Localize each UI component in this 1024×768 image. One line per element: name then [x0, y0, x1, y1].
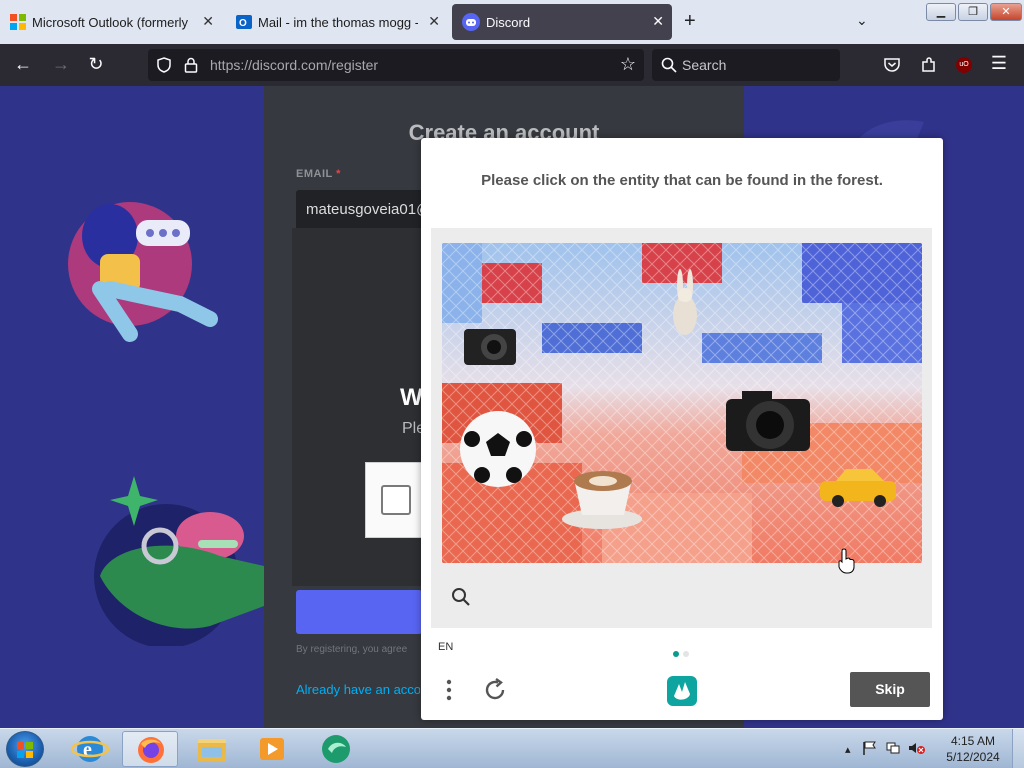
challenge-image[interactable]: [442, 243, 922, 563]
windows-taskbar: e ▴ 4:15 AM 5/12/2024: [0, 728, 1024, 768]
outlook-icon: O: [236, 15, 252, 29]
show-desktop-button[interactable]: [1012, 729, 1024, 768]
url-text: https://discord.com/register: [210, 57, 378, 73]
app-icon: [322, 735, 350, 763]
volume-muted-icon[interactable]: [908, 741, 926, 755]
camera-object[interactable]: [464, 329, 516, 365]
hcaptcha-challenge-modal: Please click on the entity that can be f…: [421, 138, 943, 720]
page-background-left: [0, 86, 264, 728]
url-host: https://discord.com: [210, 57, 328, 73]
search-icon: [661, 57, 677, 73]
challenge-progress-dots: [673, 644, 693, 662]
more-options-icon[interactable]: [441, 676, 457, 704]
clock-date: 5/12/2024: [946, 750, 1000, 764]
tab-outlook[interactable]: Microsoft Outlook (formerly Ha ✕: [0, 4, 222, 40]
close-tab-icon[interactable]: ✕: [652, 13, 664, 30]
network-icon[interactable]: [885, 741, 901, 755]
close-window-button[interactable]: ✕: [990, 3, 1022, 21]
restore-window-button[interactable]: ❐: [958, 3, 988, 21]
bookmark-star-icon[interactable]: ☆: [620, 54, 636, 75]
progress-dot-active: [673, 651, 679, 657]
camera-object[interactable]: [726, 391, 810, 451]
zoom-search-icon[interactable]: [449, 585, 473, 609]
url-path: /register: [327, 57, 379, 73]
tab-title: Mail - im the thomas mogg - O: [258, 14, 418, 30]
close-tab-icon[interactable]: ✕: [202, 13, 214, 30]
creature-illustration: [94, 476, 264, 646]
lock-icon[interactable]: [184, 57, 198, 73]
email-label: EMAIL *: [296, 168, 341, 180]
ublock-origin-icon[interactable]: uO: [956, 57, 972, 73]
terms-text: By registering, you agree: [296, 644, 408, 655]
challenge-task-area: [431, 228, 932, 628]
taskbar-internet-explorer[interactable]: e: [62, 731, 118, 767]
chevron-down-icon[interactable]: ⌄: [856, 12, 868, 29]
hcaptcha-checkbox[interactable]: [381, 485, 411, 515]
folder-icon: [198, 739, 226, 761]
microsoft-logo-icon: [10, 14, 26, 30]
address-bar[interactable]: https://discord.com/register ☆: [148, 49, 644, 81]
browser-tab-bar: Microsoft Outlook (formerly Ha ✕ O Mail …: [0, 0, 1024, 44]
discord-icon: [462, 13, 480, 31]
firefox-icon: [138, 737, 164, 763]
show-hidden-icons-icon[interactable]: ▴: [845, 744, 851, 756]
login-link[interactable]: Already have an acco: [296, 682, 420, 697]
hcaptcha-logo-icon[interactable]: [665, 674, 699, 708]
reload-icon[interactable]: ↻: [85, 54, 107, 75]
challenge-image-canvas[interactable]: [442, 243, 922, 563]
windows-logo-icon: [17, 742, 33, 758]
hamburger-menu-icon[interactable]: ☰: [988, 53, 1010, 74]
system-tray: ▴: [845, 741, 926, 756]
new-tab-icon[interactable]: +: [684, 10, 696, 33]
tab-mail[interactable]: O Mail - im the thomas mogg - O ✕: [226, 4, 448, 40]
progress-dot: [683, 651, 689, 657]
character-illustration: [68, 202, 218, 342]
skip-button[interactable]: Skip: [850, 672, 930, 707]
flag-icon[interactable]: [862, 741, 878, 755]
close-tab-icon[interactable]: ✕: [428, 13, 440, 30]
hcaptcha-widget: [365, 462, 425, 538]
taskbar-media-player[interactable]: [244, 731, 300, 767]
tab-title: Discord: [486, 14, 531, 30]
internet-explorer-icon: e: [70, 736, 110, 762]
shield-icon[interactable]: [156, 57, 172, 73]
forward-arrow-icon[interactable]: →: [50, 54, 72, 75]
taskbar-explorer[interactable]: [184, 731, 240, 767]
language-selector[interactable]: EN: [438, 641, 453, 653]
required-asterisk: *: [336, 168, 341, 180]
pocket-icon[interactable]: [883, 56, 901, 74]
refresh-challenge-icon[interactable]: [481, 676, 509, 704]
tab-title: Microsoft Outlook (formerly Ha: [32, 14, 192, 30]
svg-text:O: O: [239, 18, 247, 29]
continue-button[interactable]: [296, 590, 422, 634]
tab-discord[interactable]: Discord ✕: [452, 4, 672, 40]
taskbar-firefox[interactable]: [122, 731, 178, 767]
soccer-ball-object[interactable]: [460, 411, 536, 487]
clock-time: 4:15 AM: [950, 734, 996, 748]
back-arrow-icon[interactable]: ←: [12, 54, 34, 75]
start-button[interactable]: [6, 731, 44, 767]
hand-cursor-icon: [838, 548, 855, 574]
challenge-prompt: Please click on the entity that can be f…: [481, 172, 883, 189]
search-input[interactable]: Search: [652, 49, 840, 81]
system-clock[interactable]: 4:15 AM 5/12/2024: [940, 733, 1006, 765]
taskbar-app[interactable]: [308, 731, 364, 767]
verification-heading: W: [400, 384, 423, 411]
browser-nav-bar: ← → ↻ https://discord.com/register ☆ Sea…: [0, 44, 1024, 86]
email-label-text: EMAIL: [296, 168, 333, 180]
search-placeholder: Search: [682, 57, 727, 73]
extensions-puzzle-icon[interactable]: [920, 56, 938, 74]
media-player-icon: [260, 738, 284, 760]
minimize-window-button[interactable]: ▁: [926, 3, 956, 21]
